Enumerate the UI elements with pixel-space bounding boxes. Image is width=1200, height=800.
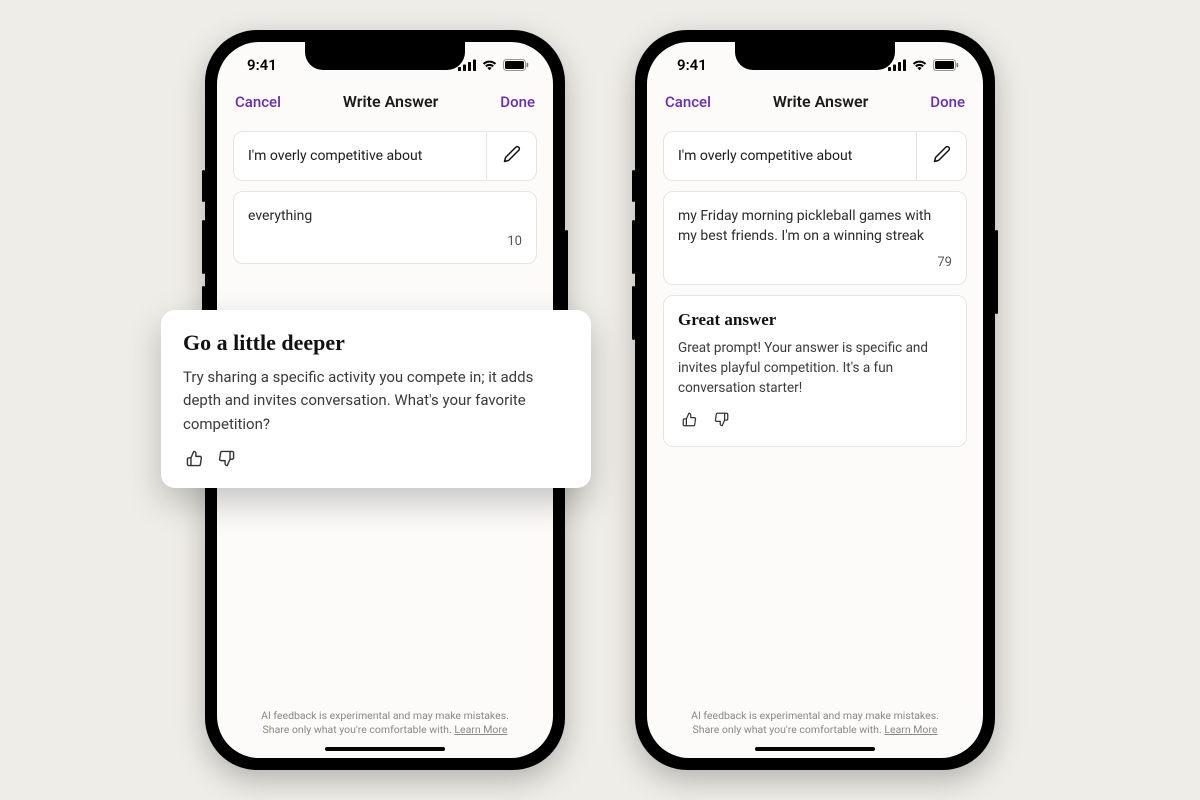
thumbs-up-icon xyxy=(682,412,697,431)
answer-input-card[interactable]: everything 10 xyxy=(233,191,537,264)
phone-notch xyxy=(735,42,895,70)
feedback-card: Great answer Great prompt! Your answer i… xyxy=(663,295,967,448)
thumbs-down-icon xyxy=(714,412,729,431)
edit-prompt-button[interactable] xyxy=(486,132,536,180)
disclaimer-text: AI feedback is experimental and may make… xyxy=(217,709,553,738)
feedback-title: Go a little deeper xyxy=(183,330,569,356)
status-time: 9:41 xyxy=(247,56,277,74)
thumbs-down-button[interactable] xyxy=(215,450,237,472)
phone-side-button xyxy=(202,170,205,202)
thumbs-down-button[interactable] xyxy=(710,410,732,432)
home-indicator[interactable] xyxy=(325,747,445,751)
navigation-bar: Cancel Write Answer Done xyxy=(217,88,553,123)
status-indicators xyxy=(458,59,529,71)
prompt-card: I'm overly competitive about xyxy=(663,131,967,181)
battery-icon xyxy=(933,59,959,71)
answer-input-card[interactable]: my Friday morning pickleball games with … xyxy=(663,191,967,285)
feedback-body: Great prompt! Your answer is specific an… xyxy=(678,338,952,399)
learn-more-link[interactable]: Learn More xyxy=(884,723,937,736)
answer-text: everything xyxy=(248,206,522,226)
prompt-card: I'm overly competitive about xyxy=(233,131,537,181)
answer-text: my Friday morning pickleball games with … xyxy=(678,206,952,247)
disclaimer-text: AI feedback is experimental and may make… xyxy=(647,709,983,738)
page-title: Write Answer xyxy=(343,92,439,111)
phone-mockup-left: 9:41 Cancel Write Answer Done I'm overly… xyxy=(205,30,565,770)
prompt-text: I'm overly competitive about xyxy=(234,132,486,180)
phone-screen: 9:41 Cancel Write Answer Done I'm overly… xyxy=(647,42,983,758)
phone-side-button xyxy=(632,220,635,274)
done-button[interactable]: Done xyxy=(930,93,965,111)
character-count: 79 xyxy=(937,255,952,270)
learn-more-link[interactable]: Learn More xyxy=(454,723,507,736)
phone-side-button xyxy=(202,220,205,274)
status-time: 9:41 xyxy=(677,56,707,74)
edit-prompt-button[interactable] xyxy=(916,132,966,180)
feedback-card-floating: Go a little deeper Try sharing a specifi… xyxy=(161,310,591,488)
pencil-icon xyxy=(503,145,521,167)
prompt-text: I'm overly competitive about xyxy=(664,132,916,180)
content-area: I'm overly competitive about my Friday m… xyxy=(647,123,983,758)
thumbs-down-icon xyxy=(218,450,235,471)
pencil-icon xyxy=(933,145,951,167)
feedback-rating xyxy=(183,450,569,472)
character-count: 10 xyxy=(507,234,522,249)
home-indicator[interactable] xyxy=(755,747,875,751)
status-indicators xyxy=(888,59,959,71)
feedback-title: Great answer xyxy=(678,310,952,330)
phone-side-button xyxy=(632,286,635,340)
phone-notch xyxy=(305,42,465,70)
thumbs-up-button[interactable] xyxy=(183,450,205,472)
cancel-button[interactable]: Cancel xyxy=(665,93,711,111)
navigation-bar: Cancel Write Answer Done xyxy=(647,88,983,123)
wifi-icon xyxy=(481,59,498,71)
feedback-body: Try sharing a specific activity you comp… xyxy=(183,366,569,436)
thumbs-up-icon xyxy=(186,450,203,471)
page-title: Write Answer xyxy=(773,92,869,111)
phone-side-button xyxy=(995,230,998,314)
battery-icon xyxy=(503,59,529,71)
thumbs-up-button[interactable] xyxy=(678,410,700,432)
phone-mockup-right: 9:41 Cancel Write Answer Done I'm overly… xyxy=(635,30,995,770)
phone-side-button xyxy=(632,170,635,202)
wifi-icon xyxy=(911,59,928,71)
phone-side-button xyxy=(565,230,568,314)
done-button[interactable]: Done xyxy=(500,93,535,111)
feedback-rating xyxy=(678,410,952,432)
cancel-button[interactable]: Cancel xyxy=(235,93,281,111)
